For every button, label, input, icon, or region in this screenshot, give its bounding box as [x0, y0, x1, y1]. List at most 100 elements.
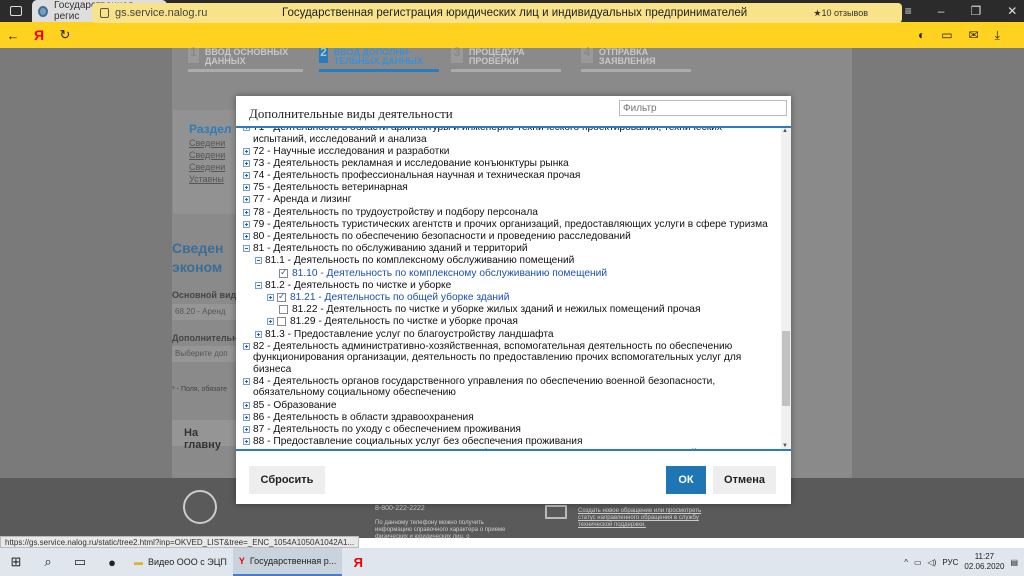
activities-dialog: Дополнительные виды деятельности 71 - Де… [236, 96, 791, 504]
windows-start-icon[interactable]: ⊞ [0, 554, 32, 570]
tree-row[interactable]: 72 - Научные исследования и разработки [243, 146, 778, 158]
expand-icon[interactable] [243, 342, 250, 350]
tree-row[interactable]: 73 - Деятельность рекламная и исследован… [243, 158, 778, 170]
tree-row[interactable]: 81.3 - Предоставление услуг по благоустр… [243, 329, 778, 341]
filter-input[interactable] [619, 100, 787, 116]
tree-row[interactable]: 71 - Деятельность в области архитектуры … [243, 128, 778, 145]
menu-icon[interactable]: ≡ [905, 4, 912, 18]
section-link[interactable]: Сведени [173, 160, 237, 172]
step-label: ПРОЦЕДУРА ПРОВЕРКИ [468, 47, 525, 66]
expand-icon[interactable] [243, 413, 250, 421]
expand-icon[interactable] [243, 401, 250, 409]
reset-button[interactable]: Сбросить [249, 466, 325, 494]
expand-icon[interactable] [243, 450, 250, 451]
scroll-up-icon[interactable]: ▲ [782, 128, 788, 134]
expand-icon[interactable] [255, 330, 262, 338]
tree-row[interactable]: 81.21 - Деятельность по общей уборке зда… [243, 291, 778, 304]
collapse-icon[interactable] [255, 257, 262, 265]
reviews-badge[interactable]: ★10 отзывов [813, 8, 868, 19]
scrollbar-thumb[interactable] [782, 331, 790, 406]
expand-icon[interactable] [243, 208, 250, 216]
section-link[interactable]: Сведени [173, 148, 237, 160]
tree-row[interactable]: 82 - Деятельность административно-хозяйс… [243, 341, 778, 376]
screen-icon[interactable]: ▭ [941, 28, 952, 42]
tree-checkbox[interactable] [279, 267, 288, 278]
tree-checkbox[interactable] [277, 317, 286, 327]
expand-icon[interactable] [243, 425, 250, 433]
step-2: 2 ВВОД ДОПОЛНИ-ТЕЛЬНЫХ ДАННЫХ [319, 46, 439, 72]
home-button[interactable]: На главну [172, 420, 236, 451]
task-view-icon[interactable]: ▭ [64, 554, 96, 570]
clock-date: 02.06.2020 [964, 562, 1005, 571]
tree-row[interactable]: 81.1 - Деятельность по комплексному обсл… [243, 255, 778, 267]
extension-icon[interactable]: ◐ [918, 28, 925, 42]
tree-row[interactable]: 86 - Деятельность в области здравоохране… [243, 412, 778, 424]
clock[interactable]: 11:27 02.06.2020 [964, 552, 1004, 572]
expand-icon[interactable] [243, 233, 250, 240]
tree-row-label: 87 - Деятельность по уходу с обеспечение… [253, 423, 521, 435]
expand-icon[interactable] [243, 377, 250, 385]
notifications-icon[interactable]: ▤ [1010, 558, 1018, 567]
tree-row-label: 79 - Деятельность туристических агентств… [253, 218, 768, 230]
tree-row[interactable]: 90 - Деятельность творческая, деятельнос… [243, 448, 778, 451]
tree-checkbox[interactable] [279, 305, 288, 315]
expand-icon[interactable] [243, 172, 250, 180]
expand-icon[interactable] [267, 318, 274, 326]
tree-row[interactable]: 84 - Деятельность органов государственно… [243, 376, 778, 399]
reload-icon[interactable]: ↻ [52, 27, 78, 43]
expand-icon[interactable] [243, 159, 250, 167]
yandex-logo-icon[interactable]: Я [26, 27, 52, 43]
search-icon[interactable]: ⌕ [32, 554, 64, 570]
tabs-overview-icon[interactable] [10, 6, 22, 16]
tree-row[interactable]: 74 - Деятельность профессиональная научн… [243, 170, 778, 182]
alice-icon[interactable]: ● [96, 555, 128, 570]
language-indicator[interactable]: РУС [942, 558, 958, 567]
expand-icon[interactable] [243, 128, 250, 131]
tree-row[interactable]: 81.10 - Деятельность по комплексному обс… [243, 267, 778, 280]
ok-button[interactable]: ОК [666, 466, 706, 494]
tree-row[interactable]: 85 - Образование [243, 400, 778, 412]
tree-row[interactable]: 81.22 - Деятельность по чистке и уборке … [243, 304, 778, 316]
expand-icon[interactable] [243, 196, 250, 204]
tree-row[interactable]: 79 - Деятельность туристических агентств… [243, 219, 778, 231]
download-icon[interactable]: ⤓ [995, 28, 1000, 43]
main-activity-field[interactable]: 68.20 - Аренд [172, 304, 236, 320]
tree-row[interactable]: 81.29 - Деятельность по чистке и уборке … [243, 316, 778, 328]
tree-row[interactable]: 88 - Предоставление социальных услуг без… [243, 436, 778, 448]
tree-checkbox[interactable] [277, 291, 286, 302]
collapse-icon[interactable] [255, 281, 262, 289]
cancel-button[interactable]: Отмена [713, 466, 776, 494]
tree-row[interactable]: 78 - Деятельность по трудоустройству и п… [243, 207, 778, 219]
tree-row[interactable]: 80 - Деятельность по обеспечению безопас… [243, 231, 778, 243]
tree-scrollbar[interactable]: ▲ ▼ [781, 128, 791, 449]
taskbar-app-video[interactable]: ▬ Видео ООО с ЭЦП [128, 548, 233, 576]
taskbar-app-browser[interactable]: Y Государственная р... [232, 548, 343, 576]
yandex-icon[interactable]: Я [342, 555, 374, 570]
messages-icon[interactable]: ✉ [969, 28, 979, 42]
tree-row[interactable]: 81 - Деятельность по обслуживанию зданий… [243, 243, 778, 255]
expand-icon[interactable] [243, 220, 250, 228]
tree-row[interactable]: 77 - Аренда и лизинг [243, 194, 778, 206]
support-link[interactable]: Создать новое обращение или просмотреть … [578, 508, 718, 529]
expand-icon[interactable] [243, 184, 250, 192]
address-field[interactable]: gs.service.nalog.ru Государственная реги… [92, 3, 902, 23]
expand-icon[interactable] [243, 147, 250, 155]
restore-icon[interactable]: ❐ [970, 4, 981, 18]
tree-row[interactable]: 75 - Деятельность ветеринарная [243, 182, 778, 194]
network-icon[interactable]: ▭ [914, 558, 922, 567]
expand-icon[interactable] [267, 293, 274, 301]
section-link[interactable]: Уставны [173, 172, 237, 184]
tray-chevron-icon[interactable]: ^ [904, 558, 908, 567]
expand-icon[interactable] [243, 438, 250, 446]
tree-row[interactable]: 87 - Деятельность по уходу с обеспечение… [243, 424, 778, 436]
back-icon[interactable]: ← [0, 28, 26, 43]
close-window-icon[interactable]: ✕ [1007, 4, 1017, 18]
extra-activity-field[interactable]: Выберите доп [172, 346, 236, 362]
minimize-icon[interactable]: – [938, 4, 945, 18]
collapse-icon[interactable] [243, 245, 250, 253]
okved-tree: 71 - Деятельность в области архитектуры … [236, 126, 791, 451]
tree-row[interactable]: 81.2 - Деятельность по чистке и уборке [243, 280, 778, 292]
scroll-down-icon[interactable]: ▼ [782, 443, 788, 449]
section-link[interactable]: Сведени [173, 136, 237, 148]
volume-icon[interactable]: ◁) [928, 558, 937, 567]
